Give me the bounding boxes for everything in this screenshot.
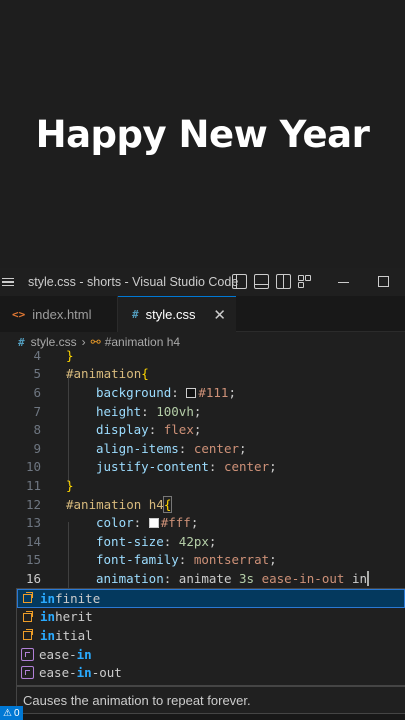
color-swatch[interactable] [148, 518, 159, 529]
code-line: 4 } [33, 347, 74, 363]
layout-controls [232, 274, 313, 289]
code-line: 6 background: #111; [33, 384, 236, 400]
html-file-icon: <> [12, 307, 26, 321]
css-file-icon: # [132, 308, 139, 321]
preview-pane: Happy New Year [0, 0, 405, 268]
close-icon[interactable]: ✕ [213, 306, 226, 324]
minimize-icon[interactable] [338, 282, 349, 284]
status-bar [0, 714, 405, 720]
value-kind-icon [21, 610, 35, 624]
code-line: 13 color: #fff; [25, 515, 199, 531]
suggestion-description: Causes the animation to repeat forever. [23, 692, 251, 708]
code-line: 7 height: 100vh; [33, 403, 202, 419]
warning-count: 0 [13, 707, 20, 719]
tab-label: index.html [32, 306, 92, 322]
editor-tabs: <> index.html # style.css ✕ [0, 296, 405, 332]
suggestion-item[interactable]: in finite [17, 589, 405, 608]
code-line: 8 display: flex; [33, 422, 202, 438]
suggestion-item[interactable]: ease-in [17, 645, 405, 664]
tab-label: style.css [145, 307, 196, 322]
color-swatch[interactable] [186, 387, 197, 398]
customize-layout-icon[interactable] [298, 274, 313, 289]
code-line: 10 justify-content: center; [25, 459, 277, 475]
problems-indicator[interactable]: ⚠ 0 [0, 706, 23, 720]
code-line-current: 16 animation: animate 3s ease-in-out in [25, 570, 369, 586]
toggle-panel-icon[interactable] [254, 274, 269, 289]
suggestion-item[interactable]: in itial [17, 626, 405, 645]
suggestion-details: Causes the animation to repeat forever. [16, 686, 405, 714]
hamburger-menu-icon[interactable] [2, 277, 16, 287]
code-line: 9 align-items: center; [33, 440, 247, 456]
suggestion-item[interactable]: ease-in -out [17, 663, 405, 682]
toggle-secondary-sidebar-icon[interactable] [276, 274, 291, 289]
value-kind-icon [21, 628, 35, 642]
warning-icon: ⚠ [3, 707, 12, 719]
suggestion-item[interactable]: in herit [17, 608, 405, 627]
preview-heading: Happy New Year [35, 112, 370, 156]
code-line: 12 #animation h4{ [25, 495, 173, 513]
code-line: 14 font-size: 42px; [25, 533, 217, 549]
property-kind-icon [21, 647, 34, 661]
code-editor[interactable]: 4 } 5 #animation{ 6 background: #111; 7 … [0, 348, 405, 588]
title-bar: style.css - shorts - Visual Studio Code [0, 268, 405, 296]
property-kind-icon [21, 666, 34, 680]
window-title: style.css - shorts - Visual Studio Code [28, 275, 239, 289]
code-line: 15 font-family: montserrat; [25, 552, 277, 568]
tab-index-html[interactable]: <> index.html [0, 296, 118, 332]
code-line: 5 #animation{ [33, 366, 149, 382]
value-kind-icon [21, 591, 35, 605]
code-line: 11 } [25, 477, 74, 493]
maximize-icon[interactable] [378, 276, 389, 287]
toggle-primary-sidebar-icon[interactable] [232, 274, 247, 289]
tab-style-css[interactable]: # style.css ✕ [118, 296, 236, 332]
text-cursor [367, 570, 369, 586]
suggestion-list: in finite in herit in itial ease-in ease-in… [16, 588, 405, 686]
